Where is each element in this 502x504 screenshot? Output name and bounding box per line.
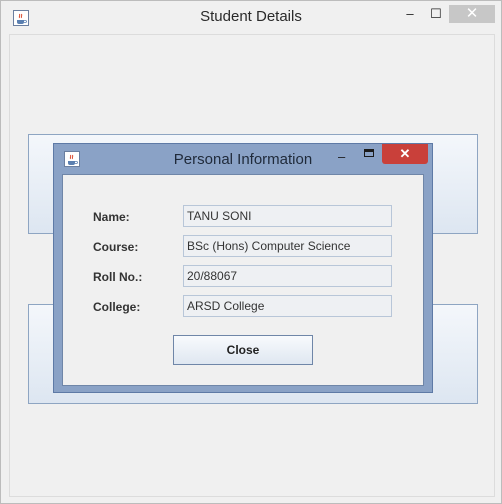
roll-no-field[interactable]: 20/88067 bbox=[183, 265, 392, 287]
dialog-content: Name: TANU SONI Course: BSc (Hons) Compu… bbox=[62, 174, 424, 386]
personal-information-dialog: Personal Information – ✕ Name: TANU SONI… bbox=[53, 143, 433, 393]
student-details-window: Student Details – ☐ ✕ Personal Informati… bbox=[0, 0, 502, 504]
outer-titlebar[interactable]: Student Details – ☐ ✕ bbox=[1, 1, 501, 33]
window-close-button[interactable]: ✕ bbox=[449, 5, 495, 23]
course-label: Course: bbox=[93, 240, 139, 254]
dialog-title: Personal Information bbox=[173, 151, 313, 168]
maximize-button[interactable]: ☐ bbox=[427, 5, 445, 23]
minimize-button[interactable]: – bbox=[403, 5, 417, 23]
dialog-close-x-button[interactable]: ✕ bbox=[382, 144, 428, 164]
course-field[interactable]: BSc (Hons) Computer Science bbox=[183, 235, 392, 257]
roll-no-label: Roll No.: bbox=[93, 270, 143, 284]
dialog-minimize-button[interactable]: – bbox=[338, 149, 345, 164]
dialog-maximize-button[interactable] bbox=[364, 149, 374, 157]
window-title: Student Details bbox=[200, 8, 302, 25]
close-button[interactable]: Close bbox=[173, 335, 313, 365]
name-field[interactable]: TANU SONI bbox=[183, 205, 392, 227]
name-label: Name: bbox=[93, 210, 130, 224]
college-field[interactable]: ARSD College bbox=[183, 295, 392, 317]
college-label: College: bbox=[93, 300, 141, 314]
